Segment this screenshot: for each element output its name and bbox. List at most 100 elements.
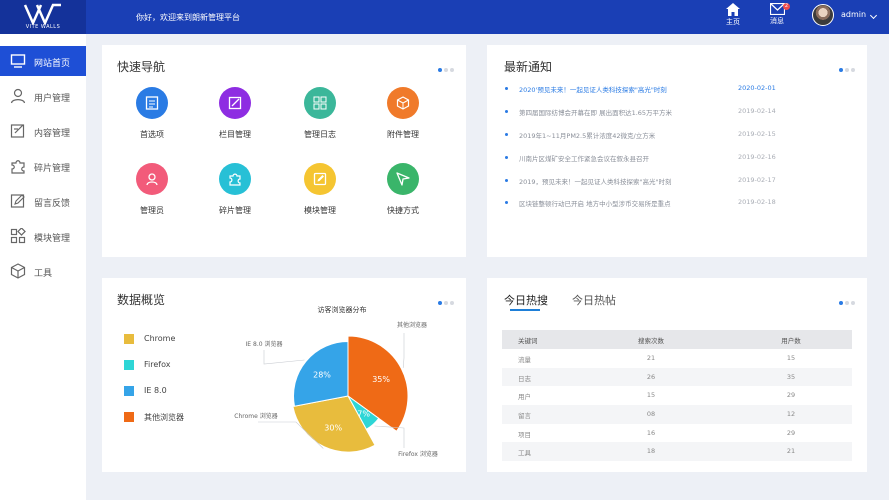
sidebar-item-fragments[interactable]: 碎片管理 (0, 151, 86, 181)
cell-searches: 26 (646, 372, 656, 381)
table-row[interactable]: 工具 18 21 (502, 442, 852, 462)
carousel-dots[interactable] (837, 290, 855, 309)
cell-keyword: 留言 (518, 412, 531, 421)
bullet-dot (505, 110, 508, 113)
legend-label: 其他浏览器 (144, 413, 184, 422)
cell-keyword: 工具 (518, 449, 531, 458)
table-row[interactable]: 项目 16 29 (502, 424, 852, 443)
cell-users: 15 (786, 354, 796, 362)
box-icon (387, 87, 419, 119)
quick-nav-attachments[interactable]: 附件管理 (373, 87, 433, 140)
sidebar-item-label: 用户管理 (34, 94, 71, 104)
logo-mark-icon (23, 3, 61, 25)
top-bar: VITE WALLS 你好，欢迎来到朗新管理平台 主页 2 消息 admin (0, 0, 889, 34)
quick-nav-fragments[interactable]: 碎片管理 (205, 163, 265, 216)
notice-date: 2019-02-15 (738, 130, 776, 138)
edit-square-icon (304, 163, 336, 195)
table-row[interactable]: 用户 15 29 (502, 386, 852, 405)
notice-item[interactable]: 川南片区煤矿安全工作紧急会议在叙永县召开 2019-02-16 (505, 153, 855, 165)
list-icon (136, 87, 168, 119)
quick-nav-label: 管理日志 (304, 130, 336, 139)
cell-searches: 16 (646, 428, 656, 437)
cell-users: 12 (786, 410, 796, 419)
message-badge: 2 (783, 3, 790, 10)
quick-nav-label: 附件管理 (387, 130, 419, 139)
quick-nav-label: 首选项 (140, 130, 164, 139)
sidebar-item-home[interactable]: 网站首页 (0, 46, 86, 76)
hot-search-table: 关键词 搜索次数 用户数 流量 21 15 日志 26 35 用户 15 29 … (502, 330, 852, 462)
notice-item[interactable]: 区块链整顿行动已开启 地方中小型涉币交易所是重点 2019-02-18 (505, 198, 855, 210)
notice-date: 2020-02-01 (738, 84, 776, 92)
column-header: 搜索次数 (638, 337, 664, 345)
quick-nav-preferences[interactable]: 首选项 (122, 87, 182, 140)
table-row[interactable]: 日志 26 35 (502, 367, 852, 387)
grid-icon (304, 87, 336, 119)
notices-title: 最新通知 (504, 60, 553, 74)
carousel-dots[interactable] (436, 57, 454, 76)
active-tab-indicator (510, 309, 540, 311)
notice-item[interactable]: 2019，预见未来！一起见证人类科技探索"高光"时刻 2019-02-17 (505, 176, 855, 188)
sidebar-item-label: 模块管理 (34, 234, 71, 244)
notice-text[interactable]: 川南片区煤矿安全工作紧急会议在叙永县召开 (519, 153, 649, 163)
quick-nav-columns[interactable]: 栏目管理 (205, 87, 265, 140)
legend-swatch (124, 412, 134, 422)
cell-keyword: 项目 (518, 430, 531, 439)
legend-swatch (124, 360, 134, 370)
sidebar: 网站首页 用户管理 内容管理 碎片管理 留言反馈 模块管理 工具 (0, 34, 86, 500)
quick-nav-admins[interactable]: 管理员 (122, 163, 182, 216)
puzzle-icon (11, 160, 25, 174)
chevron-down-icon[interactable] (869, 11, 878, 20)
tab-hot-search[interactable]: 今日热搜 (504, 292, 548, 308)
table-row[interactable]: 流量 21 15 (502, 349, 852, 368)
cell-keyword: 流量 (518, 356, 531, 364)
pie-percent-label: 35% (372, 375, 390, 384)
pie-percent-label: 30% (324, 424, 342, 433)
modules-icon (10, 228, 26, 244)
home-button[interactable]: 主页 (718, 3, 748, 31)
quick-nav-shortcuts[interactable]: 快捷方式 (373, 163, 433, 216)
sidebar-item-label: 网站首页 (34, 59, 71, 69)
sidebar-item-feedback[interactable]: 留言反馈 (0, 186, 86, 216)
notice-text[interactable]: 第四届国际纺博会开幕在即 展出面积达1.65万平方米 (519, 107, 672, 117)
logo[interactable]: VITE WALLS (0, 0, 86, 34)
hot-card: 今日热搜 今日热帖 关键词 搜索次数 用户数 流量 21 15 日志 26 35… (487, 278, 867, 472)
notice-text[interactable]: 2019年1~11月PM2.5累计浓度42微克/立方米 (519, 130, 655, 140)
cell-searches: 18 (646, 447, 656, 456)
edit-icon (219, 87, 251, 119)
pie-outer-label: 其他浏览器 (397, 321, 427, 329)
notice-item[interactable]: 2020'预见未来！一起见证人类科技探索"高光"时刻 2020-02-01 (505, 84, 855, 96)
pie-leader-line (374, 425, 405, 448)
messages-button[interactable]: 2 消息 (762, 3, 792, 31)
quick-nav-label: 快捷方式 (387, 206, 419, 215)
notice-item[interactable]: 2019年1~11月PM2.5累计浓度42微克/立方米 2019-02-15 (505, 130, 855, 142)
sidebar-item-content[interactable]: 内容管理 (0, 116, 86, 146)
notice-date: 2019-02-18 (738, 198, 776, 206)
table-row[interactable]: 留言 08 12 (502, 405, 852, 424)
carousel-dots[interactable] (837, 57, 855, 76)
feedback-icon (10, 194, 25, 208)
sidebar-item-tools[interactable]: 工具 (0, 256, 86, 286)
quick-nav-modules[interactable]: 模块管理 (290, 163, 350, 216)
home-label: 主页 (726, 18, 740, 26)
notice-item[interactable]: 第四届国际纺博会开幕在即 展出面积达1.65万平方米 2019-02-14 (505, 107, 855, 119)
user-icon (10, 88, 26, 104)
edit-icon (10, 124, 25, 138)
tab-hot-posts[interactable]: 今日热帖 (572, 292, 616, 308)
send-icon (387, 163, 419, 195)
legend-label: IE 8.0 (144, 386, 167, 395)
cell-keyword: 用户 (518, 393, 531, 402)
notice-text[interactable]: 2019，预见未来！一起见证人类科技探索"高光"时刻 (519, 176, 672, 186)
notice-date: 2019-02-14 (738, 107, 776, 115)
avatar[interactable] (812, 4, 834, 26)
notice-text[interactable]: 2020'预见未来！一起见证人类科技探索"高光"时刻 (519, 84, 667, 94)
column-header: 用户数 (781, 337, 801, 345)
user-icon (136, 163, 168, 195)
sidebar-item-label: 工具 (34, 269, 53, 279)
quick-nav-label: 碎片管理 (219, 206, 251, 215)
sidebar-item-users[interactable]: 用户管理 (0, 81, 86, 111)
sidebar-item-modules[interactable]: 模块管理 (0, 221, 86, 251)
notice-text[interactable]: 区块链整顿行动已开启 地方中小型涉币交易所是重点 (519, 198, 671, 208)
table-header: 关键词 搜索次数 用户数 (502, 330, 852, 349)
quick-nav-logs[interactable]: 管理日志 (290, 87, 350, 140)
username[interactable]: admin (841, 10, 866, 19)
